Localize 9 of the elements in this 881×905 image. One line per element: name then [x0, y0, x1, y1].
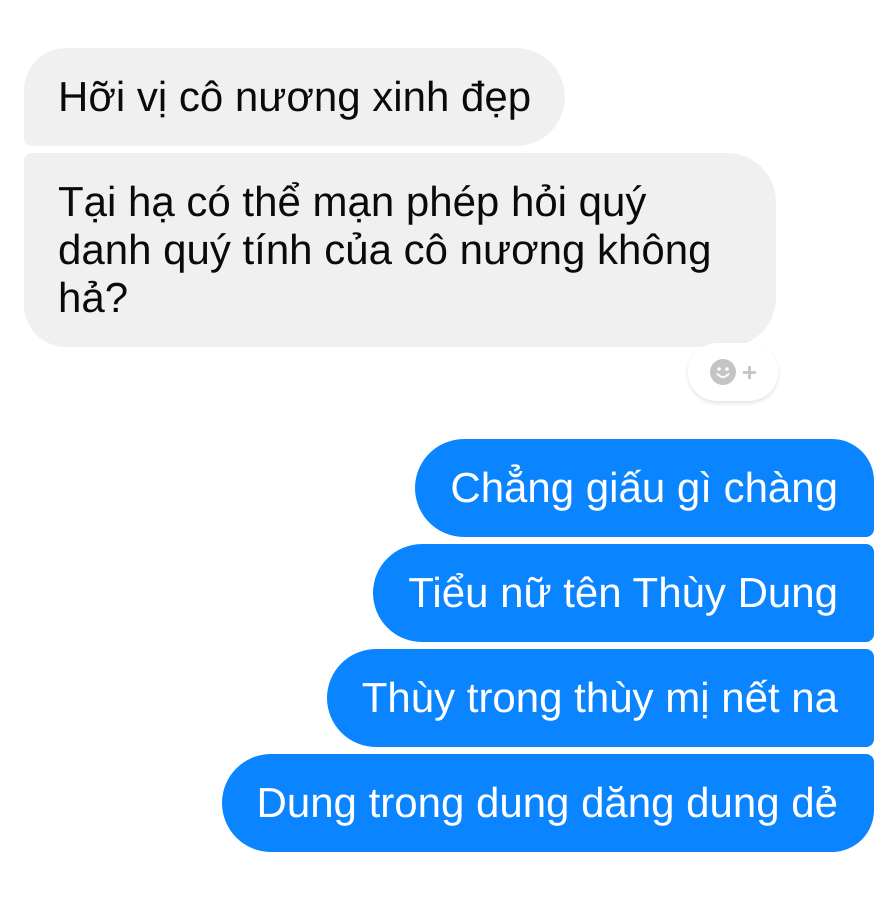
plus-icon [742, 364, 756, 380]
smiley-icon [710, 359, 736, 385]
message-bubble: Hỡi vị cô nương xinh đẹp [24, 48, 566, 146]
message-bubble: Dung trong dung dăng dung dẻ [222, 754, 874, 852]
message-bubble: Tiểu nữ tên Thùy Dung [373, 544, 874, 642]
message-bubble: Thùy trong thùy mị nết na [326, 649, 874, 747]
add-reaction-button[interactable] [688, 343, 778, 401]
message-bubble: Chẳng giấu gì chàng [415, 439, 874, 537]
message-bubble: Tại hạ có thể mạn phép hỏi quý danh quý tính của cô nương không hả? [24, 153, 776, 347]
